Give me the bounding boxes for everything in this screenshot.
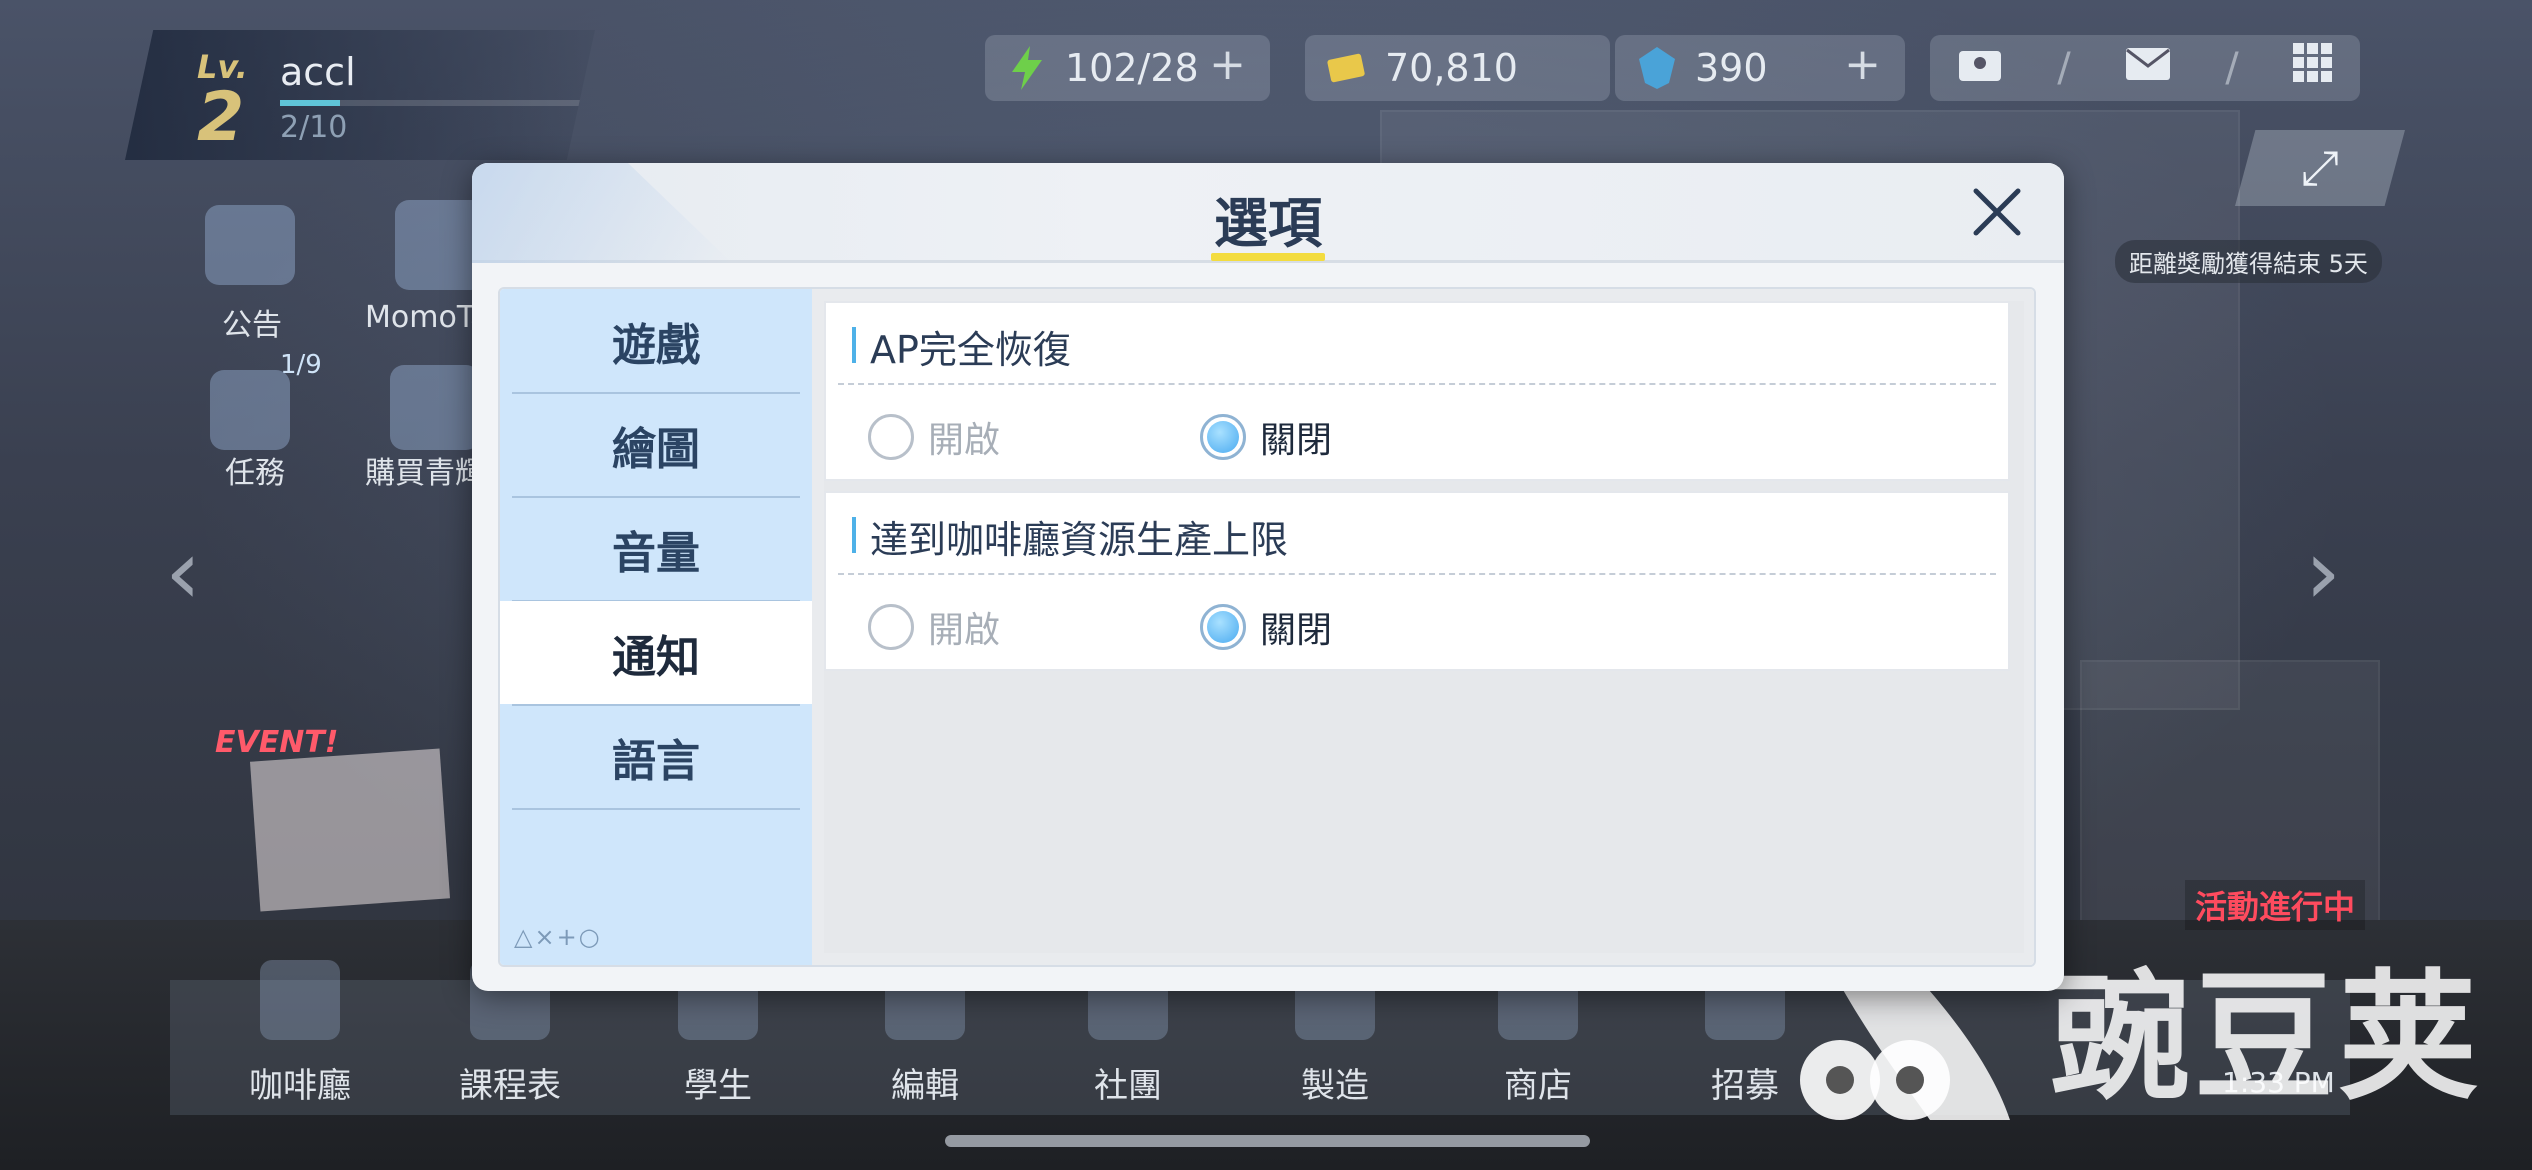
divider: /: [2225, 45, 2239, 91]
notifications-panel: AP完全恢復 開啟 關閉 達到咖啡廳資源生產上限 開啟 關閉: [812, 289, 2034, 965]
radio-on[interactable]: 開啟: [868, 601, 1000, 653]
home-indicator[interactable]: [945, 1135, 1590, 1147]
radio-unselected-icon: [868, 414, 914, 460]
tab-notifications[interactable]: 通知: [500, 601, 812, 704]
player-info[interactable]: Lv. 2 accl 2/10: [125, 30, 595, 160]
gems-value: 390: [1695, 46, 1768, 90]
bottom-item-club[interactable]: 社團: [1094, 1058, 1162, 1107]
tab-divider: [512, 808, 800, 810]
radio-label: 開啟: [928, 420, 1001, 461]
bottom-item-recruit[interactable]: 招募: [1711, 1058, 1779, 1107]
bottom-item-schedule[interactable]: 課程表: [459, 1058, 561, 1107]
level-number: 2: [197, 78, 245, 157]
right-arrow-icon[interactable]: ›: [2305, 520, 2341, 625]
fullscreen-button[interactable]: ⤢: [2235, 130, 2405, 206]
event-banner[interactable]: [249, 748, 451, 912]
add-gems-icon[interactable]: +: [1844, 39, 1881, 90]
tab-volume[interactable]: 音量: [500, 497, 812, 600]
radio-selected-icon: [1200, 414, 1247, 460]
mail-icon[interactable]: [2125, 45, 2171, 91]
reward-countdown: 距離獎勵獲得結束 5天: [2115, 240, 2382, 283]
divider: /: [2057, 45, 2071, 91]
ap-resource[interactable]: 102/28 +: [985, 35, 1270, 101]
option-title-text: AP完全恢復: [870, 328, 1071, 372]
expand-icon: ⤢: [2300, 139, 2340, 196]
close-icon: [1973, 188, 2021, 236]
option-divider: [838, 573, 1996, 575]
notice-label: 公告: [222, 308, 282, 343]
gems-resource[interactable]: 390 +: [1615, 35, 1905, 101]
profile-card-icon[interactable]: [1957, 43, 2003, 93]
credits-resource[interactable]: 70,810: [1305, 35, 1610, 101]
dialog-body: 遊戲 繪圖 音量 通知 語言 △×+○ AP完全恢復 開啟 關閉 達到咖啡廳資源…: [498, 287, 2036, 967]
radio-unselected-icon: [868, 604, 914, 650]
event-badge: EVENT!: [215, 725, 339, 760]
bottom-item-craft[interactable]: 製造: [1301, 1058, 1369, 1107]
exp-bar-fill: [280, 100, 340, 106]
left-arrow-icon[interactable]: ‹: [165, 520, 201, 625]
title-underline: [1211, 253, 1325, 261]
event-active-badge[interactable]: 活動進行中: [2185, 880, 2366, 930]
radio-label: 關閉: [1260, 420, 1333, 461]
add-ap-icon[interactable]: +: [1209, 39, 1246, 90]
bottom-item-formation[interactable]: 編輯: [891, 1058, 959, 1107]
option-title-text: 達到咖啡廳資源生產上限: [870, 518, 1289, 562]
radio-label: 關閉: [1260, 610, 1333, 651]
gem-icon: [1637, 47, 1677, 89]
options-list: AP完全恢復 開啟 關閉 達到咖啡廳資源生產上限 開啟 關閉: [824, 301, 2024, 953]
momotalk-label: MomoTa: [365, 300, 489, 335]
top-icon-group: / /: [1930, 35, 2360, 101]
bottom-item-shop[interactable]: 商店: [1504, 1058, 1572, 1107]
bottom-item-cafe[interactable]: 咖啡廳: [249, 1058, 351, 1107]
options-dialog: 選項 遊戲 繪圖 音量 通知 語言 △×+○ AP完全恢復 開啟 關閉 達到咖啡…: [472, 163, 2064, 991]
dialog-title: 選項: [1214, 192, 1322, 255]
bottom-item-students[interactable]: 學生: [684, 1058, 752, 1107]
option-ap-full: AP完全恢復 開啟 關閉: [824, 301, 2010, 481]
tab-game[interactable]: 遊戲: [500, 289, 812, 392]
watermark-text: 豌豆荚: [2050, 957, 2483, 1120]
ap-value: 102/28: [1065, 46, 1199, 90]
option-title: 達到咖啡廳資源生產上限: [856, 509, 1288, 564]
megaphone-icon[interactable]: [205, 205, 295, 285]
tab-graphics[interactable]: 繪圖: [500, 393, 812, 496]
radio-off[interactable]: 關閉: [1200, 601, 1332, 653]
radio-off[interactable]: 關閉: [1200, 411, 1332, 463]
option-divider: [838, 383, 1996, 385]
close-button[interactable]: [1968, 183, 2026, 241]
player-name: accl: [280, 50, 356, 94]
lightning-icon: [1007, 46, 1047, 90]
radio-selected-icon: [1200, 604, 1247, 650]
tab-language[interactable]: 語言: [500, 705, 812, 808]
credit-card-icon: [1327, 48, 1367, 88]
shapes-decoration: △×+○: [514, 923, 602, 951]
dialog-header: 選項: [472, 163, 2064, 263]
missions-label: 任務: [225, 456, 285, 491]
menu-grid-icon[interactable]: [2292, 43, 2333, 93]
credits-value: 70,810: [1385, 46, 1518, 90]
player-exp: 2/10: [280, 110, 348, 145]
exp-bar: [280, 100, 580, 106]
cafe-icon[interactable]: [260, 960, 340, 1040]
purchase-label: 購買青輝: [365, 456, 485, 491]
purchase-icon[interactable]: [390, 365, 480, 450]
radio-group: 開啟 關閉: [868, 601, 1332, 653]
option-cafe-limit: 達到咖啡廳資源生產上限 開啟 關閉: [824, 491, 2010, 671]
missions-icon[interactable]: [210, 370, 290, 450]
option-title: AP完全恢復: [856, 319, 1071, 374]
radio-label: 開啟: [928, 610, 1001, 651]
radio-on[interactable]: 開啟: [868, 411, 1000, 463]
radio-group: 開啟 關閉: [868, 411, 1332, 463]
options-sidebar: 遊戲 繪圖 音量 通知 語言 △×+○: [500, 289, 812, 965]
